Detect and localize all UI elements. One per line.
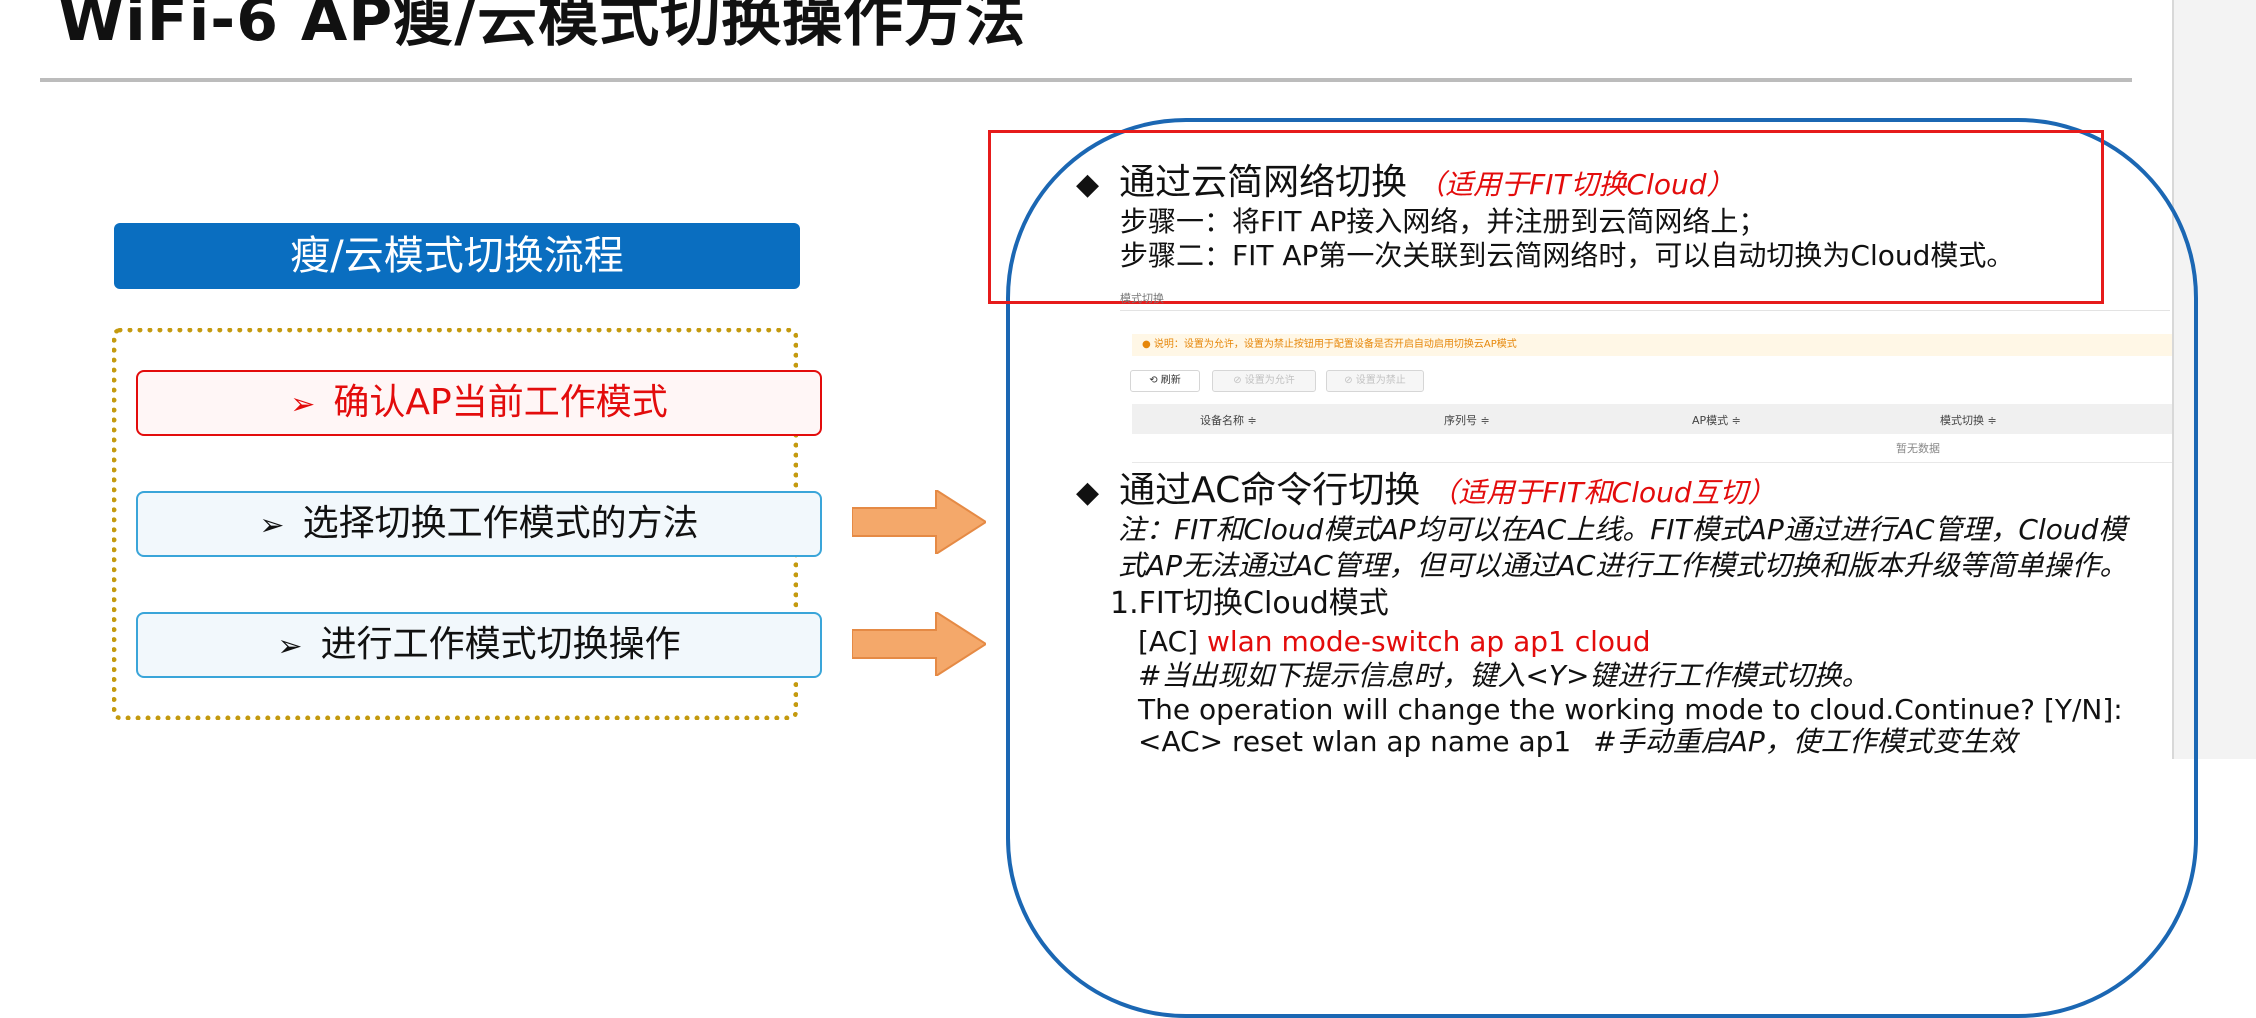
heading-hint: （适用于FIT和Cloud互切）: [1430, 476, 1776, 509]
mock-panel-label: 模式切换: [1120, 292, 1164, 305]
mock-notice: ● 说明：设置为允许，设置为禁止按钮用于配置设备是否开启自动启用切换云AP模式: [1132, 334, 2172, 356]
switch-command: [AC] wlan mode-switch ap ap1 cloud: [1138, 624, 1651, 660]
mock-empty-state: 暂无数据: [1896, 442, 1940, 455]
arrow-right-icon: [852, 490, 986, 554]
column-serial[interactable]: 序列号 ≑: [1444, 412, 1490, 428]
step-one-text: 步骤一：将FIT AP接入网络，并注册到云简网络上；: [1120, 205, 1767, 238]
refresh-button[interactable]: ⟲ 刷新: [1130, 370, 1200, 392]
title-divider: [40, 78, 2132, 82]
set-deny-button[interactable]: ⊘ 设置为禁止: [1326, 370, 1424, 392]
chevron-right-icon: ➢: [290, 387, 316, 422]
flow-header: 瘦/云模式切换流程: [114, 223, 800, 289]
column-mode-switch[interactable]: 模式切换 ≑: [1940, 412, 1997, 428]
section-ac-cli-heading: ◆ 通过AC命令行切换 （适用于FIT和Cloud互切）: [1076, 468, 1776, 516]
diamond-bullet-icon: ◆: [1076, 475, 1100, 510]
heading-hint: （适用于FIT切换Cloud）: [1417, 168, 1735, 201]
reset-command: <AC> reset wlan ap name ap1 #手动重启AP，使工作模式…: [1138, 724, 2017, 760]
step-two-text: 步骤二：FIT AP第一次关联到云简网络时，可以自动切换为Cloud模式。: [1120, 239, 2015, 272]
fit-to-cloud-title: 1.FIT切换Cloud模式: [1110, 586, 1389, 621]
cmd-comment: #当出现如下提示信息时，键入<Y>键进行工作模式切换。: [1138, 659, 1870, 692]
cmd-red: wlan mode-switch ap ap1 cloud: [1206, 625, 1651, 658]
column-ap-mode[interactable]: AP模式 ≑: [1692, 412, 1741, 428]
step-label: 选择切换工作模式的方法: [302, 503, 699, 544]
cmd-prompt: The operation will change the working mo…: [1138, 693, 2123, 726]
heading-text: 通过AC命令行切换: [1119, 470, 1421, 511]
reset-cmd: <AC> reset wlan ap name ap1: [1138, 725, 1572, 758]
ac-note: 注：FIT和Cloud模式AP均可以在AC上线。FIT模式AP通过进行AC管理，…: [1118, 513, 2128, 582]
column-device-name[interactable]: 设备名称 ≑: [1200, 412, 1257, 428]
diamond-bullet-icon: ◆: [1076, 167, 1100, 202]
heading-text: 通过云简网络切换: [1119, 162, 1408, 203]
set-allow-button[interactable]: ⊘ 设置为允许: [1212, 370, 1316, 392]
mock-divider: [1120, 310, 2170, 311]
reset-comment: #手动重启AP，使工作模式变生效: [1593, 725, 2017, 758]
step-label: 进行工作模式切换操作: [320, 624, 681, 665]
chevron-right-icon: ➢: [277, 629, 303, 664]
arrow-right-icon: [852, 612, 986, 676]
chevron-right-icon: ➢: [259, 508, 285, 543]
cmd-prefix: [AC]: [1138, 625, 1199, 658]
mock-divider: [1132, 462, 2172, 463]
page-title: WiFi-6 AP瘦/云模式切换操作方法: [58, 0, 1027, 55]
section-cloud-switch-heading: ◆ 通过云简网络切换 （适用于FIT切换Cloud）: [1076, 160, 1735, 208]
step-confirm-mode[interactable]: ➢ 确认AP当前工作模式: [136, 370, 822, 436]
step-perform-switch[interactable]: ➢ 进行工作模式切换操作: [136, 612, 822, 678]
step-choose-method[interactable]: ➢ 选择切换工作模式的方法: [136, 491, 822, 557]
step-label: 确认AP当前工作模式: [333, 382, 668, 423]
mock-table-header: 设备名称 ≑ 序列号 ≑ AP模式 ≑ 模式切换 ≑: [1132, 404, 2172, 434]
